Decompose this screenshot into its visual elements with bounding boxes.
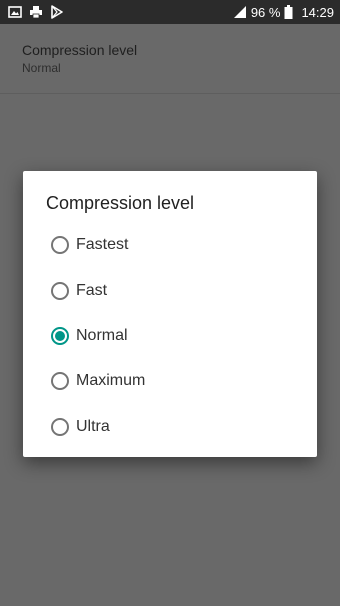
dialog-title: Compression level <box>46 193 195 213</box>
option-label: Maximum <box>76 372 146 389</box>
radio-button[interactable] <box>51 282 69 300</box>
image-icon <box>8 5 22 19</box>
compression-level-preference[interactable]: Compression level Normal <box>0 24 340 94</box>
status-right: 96 % 14:29 <box>233 5 334 20</box>
radio-button[interactable] <box>51 372 69 390</box>
status-left <box>8 5 64 19</box>
option-fastest[interactable]: Fastest <box>40 225 300 265</box>
play-store-icon <box>50 5 64 19</box>
clock: 14:29 <box>301 4 334 20</box>
signal-icon <box>233 5 247 19</box>
option-label: Fast <box>76 282 108 299</box>
status-bar: 96 % 14:29 <box>0 0 340 24</box>
option-label: Normal <box>76 327 128 344</box>
option-maximum[interactable]: Maximum <box>40 361 300 401</box>
option-fast[interactable]: Fast <box>40 271 300 311</box>
option-label: Ultra <box>76 418 110 435</box>
preference-title: Compression level <box>22 42 138 58</box>
compression-level-dialog: Compression level Fastest Fast Normal Ma… <box>23 171 317 457</box>
radio-button[interactable] <box>51 418 69 436</box>
option-label: Fastest <box>76 236 129 253</box>
option-normal[interactable]: Normal <box>40 316 300 356</box>
battery-percent: 96 % <box>250 4 281 20</box>
radio-button[interactable] <box>51 236 69 254</box>
printer-icon <box>29 5 43 19</box>
preference-summary: Normal <box>22 61 61 75</box>
radio-button-selected[interactable] <box>51 327 69 345</box>
option-ultra[interactable]: Ultra <box>40 407 300 447</box>
battery-icon <box>284 5 293 19</box>
